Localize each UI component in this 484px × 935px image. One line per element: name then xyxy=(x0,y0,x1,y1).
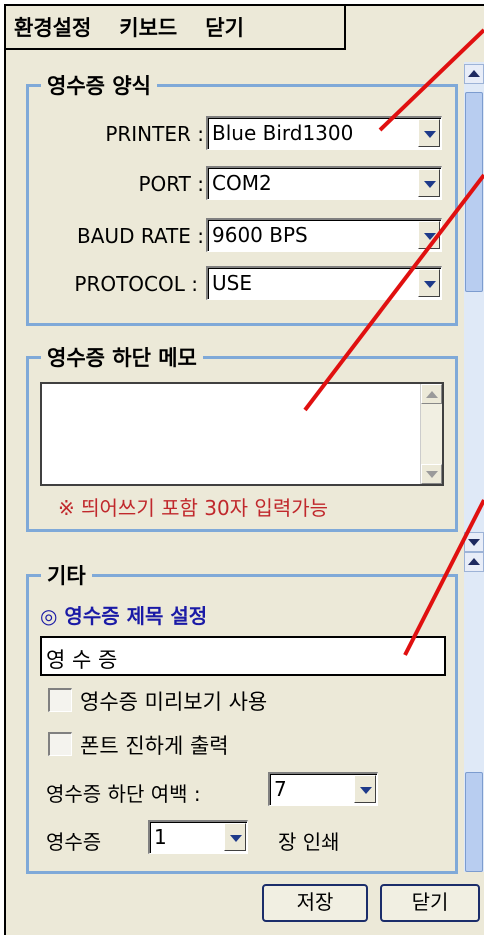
panel-scrollbar[interactable] xyxy=(464,62,484,872)
memo-scrollbar[interactable] xyxy=(420,384,442,484)
printer-value: Blue Bird1300 xyxy=(212,121,354,145)
scroll-down-icon[interactable] xyxy=(421,464,442,484)
receipt-title-value: 영 수 증 xyxy=(46,648,118,672)
footer-memo-input[interactable] xyxy=(40,382,444,486)
dropdown-arrow-icon[interactable] xyxy=(418,119,440,147)
port-label: PORT : xyxy=(138,172,204,196)
etc-title: 기타 xyxy=(41,560,92,590)
copies-prefix-label: 영수증 xyxy=(46,830,102,854)
printer-select[interactable]: Blue Bird1300 xyxy=(206,116,442,150)
scroll-down-icon[interactable] xyxy=(464,532,484,552)
copies-suffix-label: 장 인쇄 xyxy=(278,830,340,854)
bottom-margin-value: 7 xyxy=(274,777,287,801)
protocol-value: USE xyxy=(212,271,252,295)
baud-rate-value: 9600 BPS xyxy=(212,223,308,247)
receipt-title-setting-label: ◎ 영수증 제목 설정 xyxy=(40,604,208,628)
dropdown-arrow-icon[interactable] xyxy=(354,775,376,803)
preview-checkbox[interactable] xyxy=(48,688,72,712)
bold-font-checkbox-label: 폰트 진하게 출력 xyxy=(80,734,229,758)
save-button[interactable]: 저장 xyxy=(262,884,368,922)
bottom-margin-label: 영수증 하단 여백 : xyxy=(46,782,201,806)
baud-rate-label: BAUD RATE : xyxy=(77,224,204,248)
protocol-select[interactable]: USE xyxy=(206,266,442,300)
close-button[interactable]: 닫기 xyxy=(380,884,480,922)
receipt-title-input[interactable]: 영 수 증 xyxy=(40,636,446,676)
menu-close[interactable]: 닫기 xyxy=(205,12,244,42)
dropdown-arrow-icon[interactable] xyxy=(418,221,440,249)
scroll-thumb[interactable] xyxy=(465,92,483,292)
dropdown-arrow-icon[interactable] xyxy=(224,823,246,851)
footer-memo-title: 영수증 하단 메모 xyxy=(41,342,203,372)
menu-settings[interactable]: 환경설정 xyxy=(14,12,91,42)
dropdown-arrow-icon[interactable] xyxy=(418,169,440,197)
scroll-up-icon[interactable] xyxy=(421,384,442,404)
scroll-thumb[interactable] xyxy=(465,772,483,872)
protocol-label: PROTOCOL : xyxy=(74,272,198,296)
port-select[interactable]: COM2 xyxy=(206,166,442,200)
bold-font-checkbox[interactable] xyxy=(48,732,72,756)
port-value: COM2 xyxy=(212,171,272,195)
bottom-margin-select[interactable]: 7 xyxy=(268,772,378,806)
dropdown-arrow-icon[interactable] xyxy=(418,269,440,297)
scroll-up-icon[interactable] xyxy=(464,552,484,572)
copies-select[interactable]: 1 xyxy=(148,820,248,854)
baud-rate-select[interactable]: 9600 BPS xyxy=(206,218,442,252)
scroll-up-icon[interactable] xyxy=(464,64,484,84)
printer-label: PRINTER : xyxy=(105,122,204,146)
settings-panel: 영수증 양식 PRINTER : Blue Bird1300 PORT : CO… xyxy=(6,52,462,874)
copies-value: 1 xyxy=(154,825,167,849)
receipt-format-title: 영수증 양식 xyxy=(41,70,157,100)
menu-bar: 환경설정 키보드 닫기 xyxy=(6,6,346,50)
preview-checkbox-label: 영수증 미리보기 사용 xyxy=(80,690,268,714)
memo-length-note: ※ 띄어쓰기 포함 30자 입력가능 xyxy=(58,496,329,520)
menu-keyboard[interactable]: 키보드 xyxy=(119,12,177,42)
